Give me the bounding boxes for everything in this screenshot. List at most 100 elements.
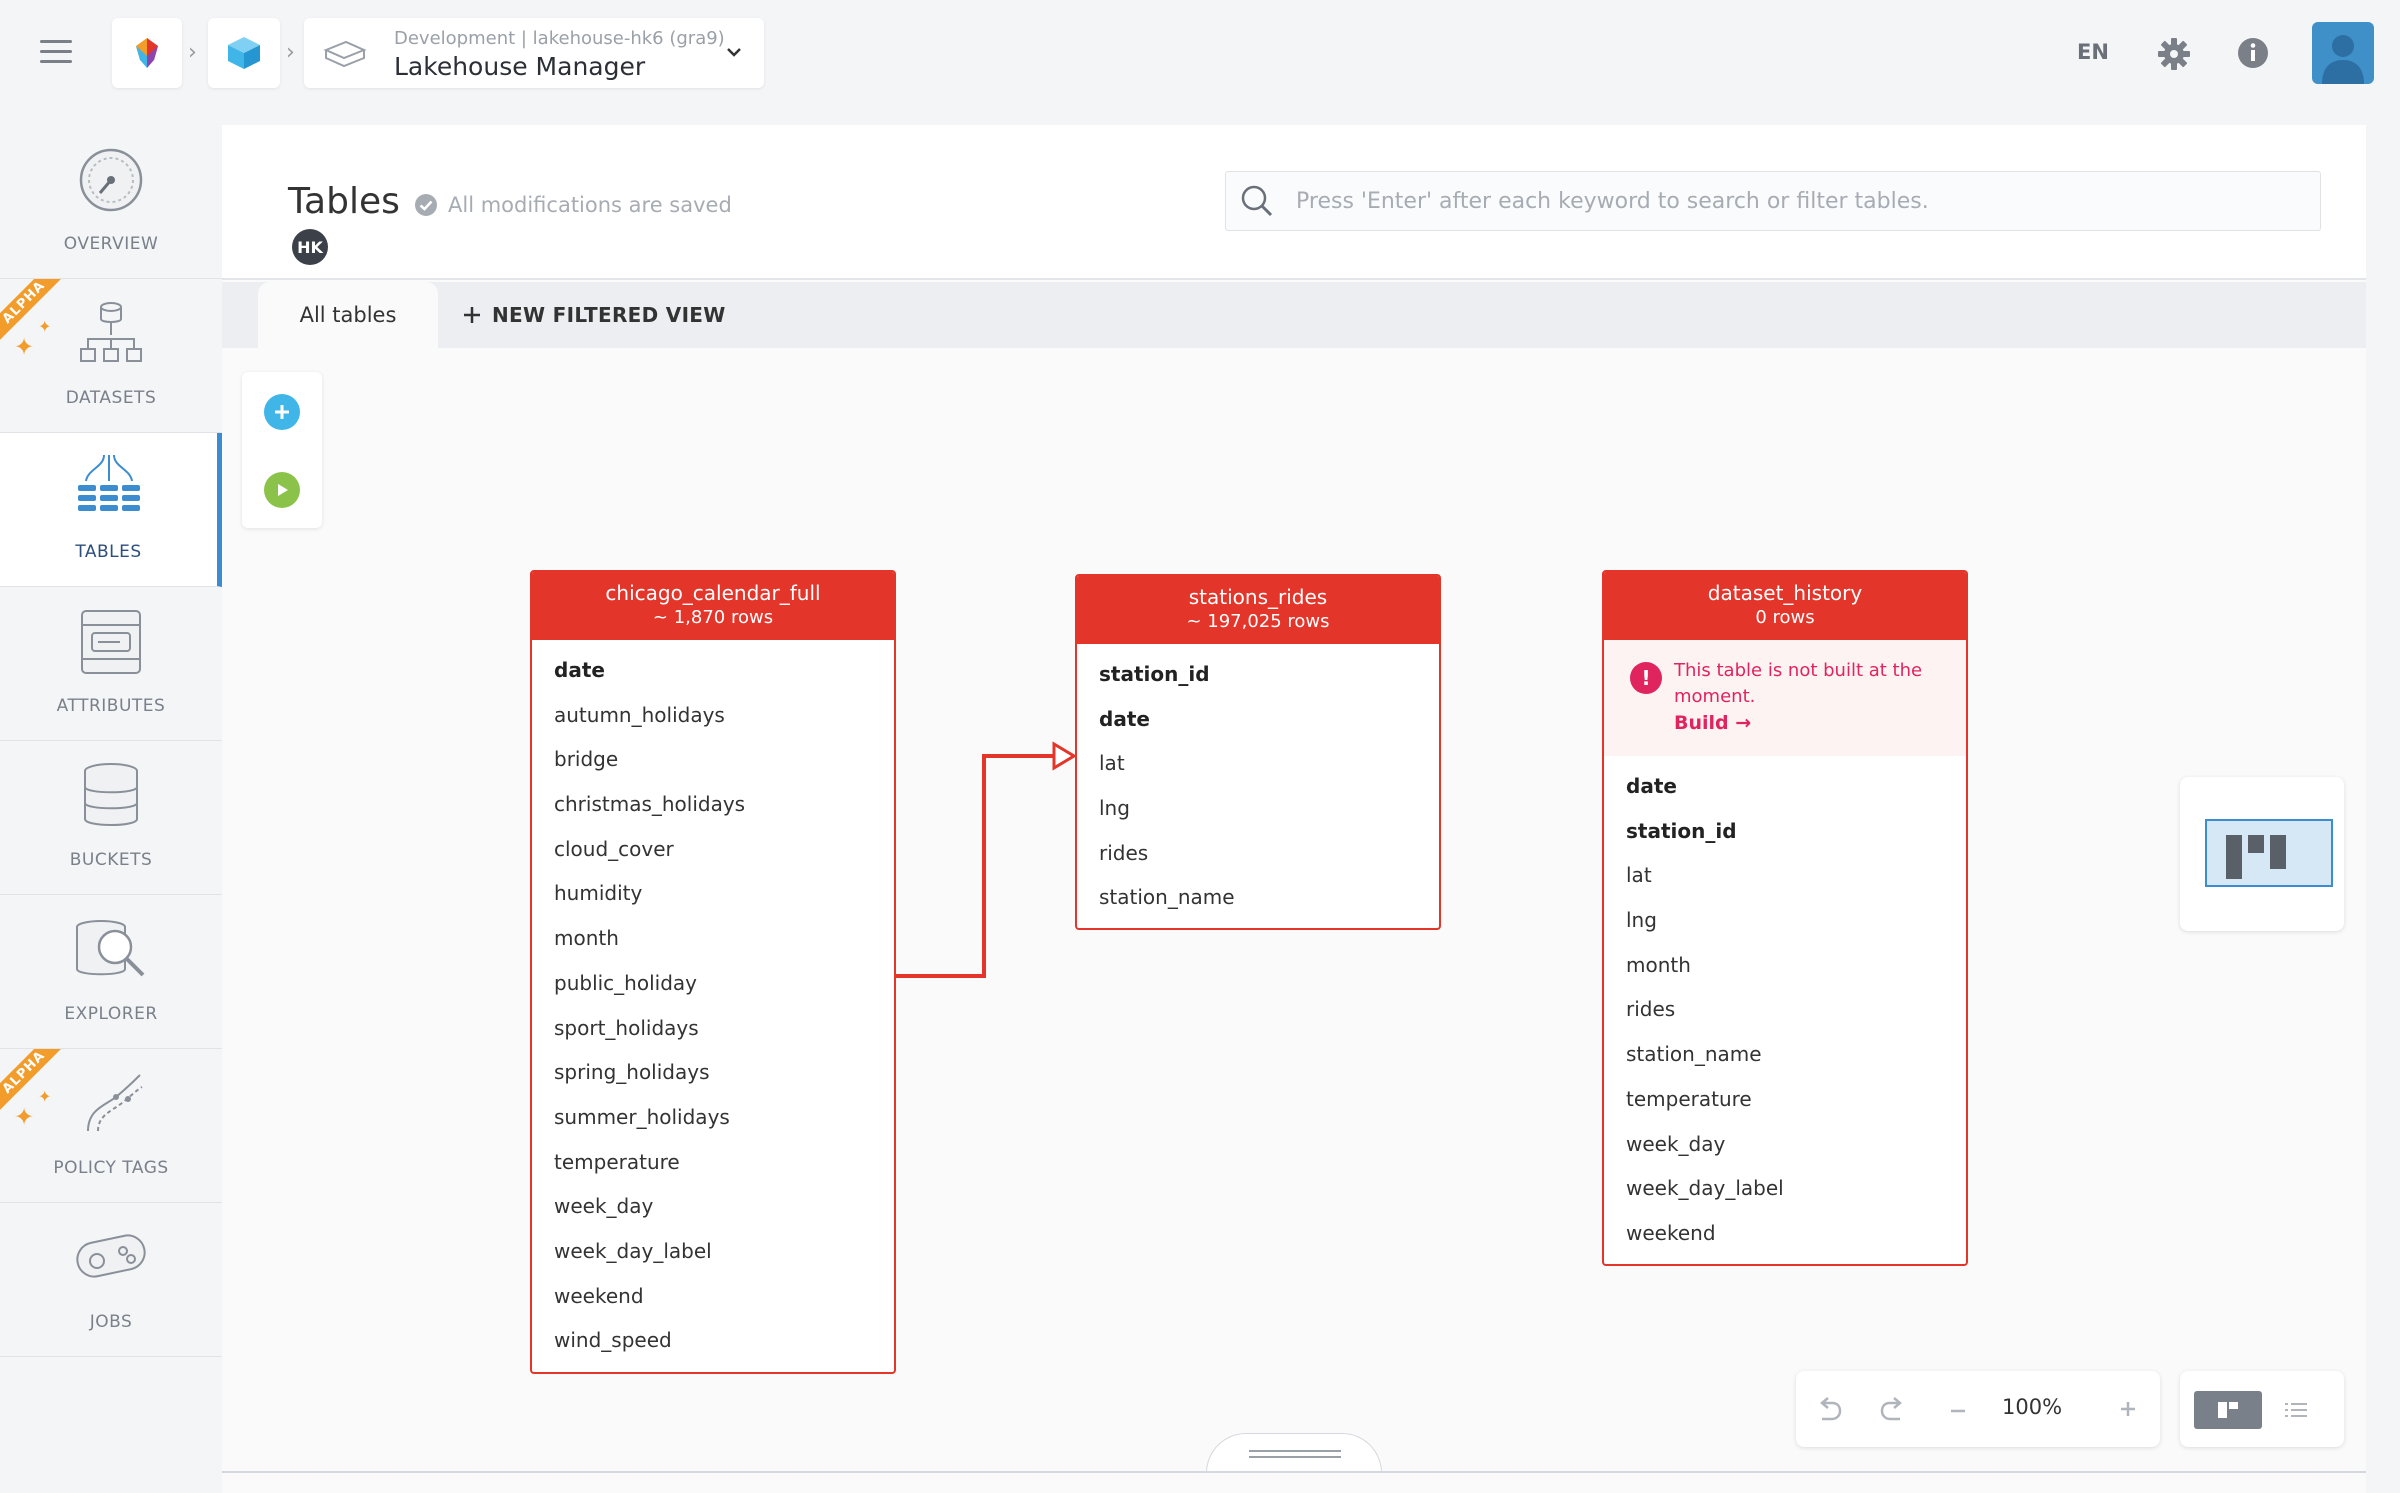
diagram-view-button[interactable]	[2194, 1391, 2262, 1429]
sparkle-icon: ✦	[14, 333, 35, 361]
zoom-in-icon[interactable]	[2118, 1399, 2138, 1419]
alert-icon: !	[1630, 662, 1662, 694]
app-home-button[interactable]	[112, 18, 182, 88]
gear-icon[interactable]	[2156, 36, 2192, 72]
table-column[interactable]: humidity	[532, 871, 894, 916]
info-icon[interactable]	[2236, 36, 2270, 70]
table-column[interactable]: public_holiday	[532, 961, 894, 1006]
build-label: Build	[1674, 712, 1729, 734]
sidebar-item-jobs[interactable]: JOBS	[0, 1203, 222, 1357]
table-column[interactable]: spring_holidays	[532, 1050, 894, 1095]
table-card-dataset-history[interactable]: dataset_history 0 rows ! This table is n…	[1602, 570, 1968, 1266]
table-card-stations-rides[interactable]: stations_rides ~ 197,025 rows station_id…	[1075, 574, 1441, 930]
search-input[interactable]	[1296, 188, 2296, 214]
build-link[interactable]: Build →	[1674, 712, 1751, 734]
project-selector[interactable]: Development | lakehouse-hk6 (gra9) Lakeh…	[304, 18, 764, 88]
table-column[interactable]: week_day	[1604, 1122, 1966, 1167]
language-selector[interactable]: EN	[2077, 40, 2109, 64]
minimap-preview-icon	[2205, 819, 2333, 887]
redo-icon[interactable]	[1878, 1395, 1908, 1425]
sidebar-item-datasets[interactable]: ALPHA ✦ ✦ DATASETS	[0, 279, 222, 433]
sidebar-item-overview[interactable]: OVERVIEW	[0, 125, 222, 279]
table-column[interactable]: station_name	[1604, 1032, 1966, 1077]
table-column[interactable]: temperature	[532, 1140, 894, 1185]
table-column[interactable]: week_day_label	[532, 1229, 894, 1274]
chevron-down-icon	[727, 48, 741, 57]
table-column[interactable]: date	[1077, 697, 1439, 742]
breadcrumb-separator-icon: ›	[286, 40, 295, 65]
table-column[interactable]: christmas_holidays	[532, 782, 894, 827]
attributes-icon	[81, 610, 141, 674]
table-column[interactable]: autumn_holidays	[532, 693, 894, 738]
table-column[interactable]: station_name	[1077, 875, 1439, 920]
play-icon	[278, 484, 288, 496]
table-column[interactable]: summer_holidays	[532, 1095, 894, 1140]
zoom-out-icon[interactable]	[1948, 1401, 1968, 1421]
table-card-header: dataset_history 0 rows	[1604, 572, 1966, 640]
table-column[interactable]: lng	[1604, 898, 1966, 943]
table-column[interactable]: station_id	[1077, 652, 1439, 697]
breadcrumb-cube-button[interactable]	[208, 18, 280, 88]
user-icon	[2322, 35, 2364, 84]
sidebar-item-explorer[interactable]: EXPLORER	[0, 895, 222, 1049]
new-filtered-view-button[interactable]: NEW FILTERED VIEW	[462, 282, 726, 348]
main-panel: Tables All modifications are saved HK Al…	[222, 125, 2366, 1493]
table-column[interactable]: week_day	[532, 1184, 894, 1229]
table-column[interactable]: temperature	[1604, 1077, 1966, 1122]
project-title: Lakehouse Manager	[394, 52, 646, 81]
table-column[interactable]: cloud_cover	[532, 827, 894, 872]
policy-tags-icon	[87, 1074, 143, 1132]
table-column[interactable]: date	[532, 648, 894, 693]
view-tabs: All tables NEW FILTERED VIEW	[222, 282, 2366, 348]
table-column[interactable]: month	[1604, 943, 1966, 988]
add-table-button[interactable]	[264, 394, 300, 430]
undo-icon[interactable]	[1814, 1395, 1844, 1425]
owner-badge[interactable]: HK	[292, 229, 328, 265]
new-filtered-view-label: NEW FILTERED VIEW	[492, 303, 726, 327]
table-search[interactable]	[1225, 171, 2321, 231]
page-title: Tables	[288, 181, 400, 222]
arrow-right-icon: →	[1735, 712, 1752, 734]
sidebar-item-label: POLICY TAGS	[53, 1158, 169, 1178]
sidebar-item-label: JOBS	[89, 1312, 133, 1332]
table-column[interactable]: lng	[1077, 786, 1439, 831]
sidebar-item-buckets[interactable]: BUCKETS	[0, 741, 222, 895]
sparkle-icon: ✦	[38, 317, 52, 336]
hamburger-menu-icon[interactable]	[40, 40, 72, 66]
plus-icon	[275, 405, 289, 419]
alpha-badge: ALPHA	[0, 1049, 74, 1122]
table-column[interactable]: lat	[1604, 853, 1966, 898]
table-name: chicago_calendar_full	[605, 581, 821, 605]
sidebar-item-policy-tags[interactable]: ALPHA ✦ ✦ POLICY TAGS	[0, 1049, 222, 1203]
table-column[interactable]: week_day_label	[1604, 1166, 1966, 1211]
bottom-drawer-handle[interactable]	[1206, 1433, 1382, 1473]
sidebar-item-attributes[interactable]: ATTRIBUTES	[0, 587, 222, 741]
canvas-minimap[interactable]	[2180, 777, 2344, 931]
grid-view-icon	[2218, 1402, 2238, 1418]
table-column[interactable]: rides	[1604, 987, 1966, 1032]
list-view-button[interactable]	[2262, 1391, 2330, 1429]
table-column[interactable]: station_id	[1604, 809, 1966, 854]
run-build-button[interactable]	[264, 472, 300, 508]
table-columns: station_id date lat lng rides station_na…	[1077, 644, 1439, 920]
tab-all-tables[interactable]: All tables	[258, 282, 438, 348]
sidebar-item-tables[interactable]: TABLES	[0, 433, 222, 587]
table-column[interactable]: month	[532, 916, 894, 961]
table-name: stations_rides	[1188, 585, 1328, 609]
table-column[interactable]: wind_speed	[532, 1318, 894, 1363]
table-card-chicago-calendar-full[interactable]: chicago_calendar_full ~ 1,870 rows date …	[530, 570, 896, 1374]
table-card-header: stations_rides ~ 197,025 rows	[1077, 576, 1439, 644]
table-column[interactable]: bridge	[532, 737, 894, 782]
table-not-built-warning: ! This table is not built at the moment.…	[1604, 640, 1966, 756]
table-column[interactable]: weekend	[1604, 1211, 1966, 1256]
zoom-level: 100%	[2002, 1395, 2063, 1419]
table-column[interactable]: date	[1604, 764, 1966, 809]
user-avatar[interactable]	[2312, 22, 2374, 84]
table-column[interactable]: sport_holidays	[532, 1006, 894, 1051]
table-row-count: ~ 1,870 rows	[652, 607, 774, 628]
table-column[interactable]: weekend	[532, 1274, 894, 1319]
table-column[interactable]: lat	[1077, 741, 1439, 786]
tables-canvas[interactable]: chicago_calendar_full ~ 1,870 rows date …	[222, 348, 2366, 1493]
table-column[interactable]: rides	[1077, 831, 1439, 876]
sidebar-item-label: BUCKETS	[69, 850, 153, 870]
